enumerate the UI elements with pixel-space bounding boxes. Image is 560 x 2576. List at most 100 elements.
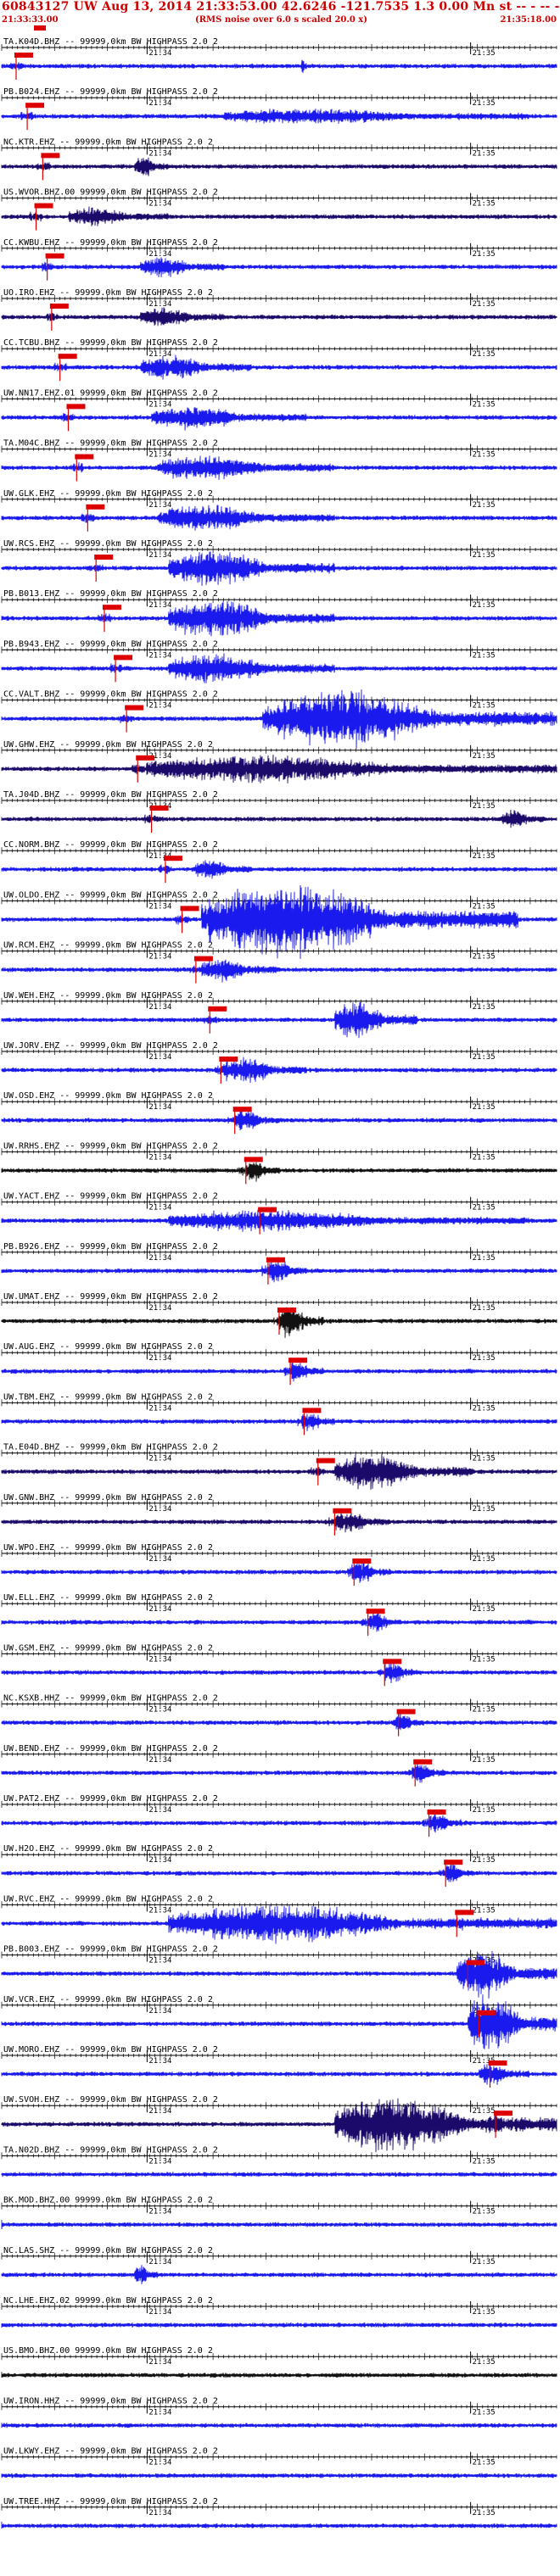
trace-row: UW.MORO.EHZ -- 99999.0km BW HIGHPASS 2.0… xyxy=(1,2045,557,2088)
trace-row: CC.NORM.BHZ -- 99999.0km BW HIGHPASS 2.0… xyxy=(1,840,557,884)
minute-label: 21:35 xyxy=(473,1254,496,1263)
minute-label: 21:35 xyxy=(473,2208,496,2216)
minute-label: 21:35 xyxy=(473,1354,496,1363)
trace-row: BK.MOD.BHZ.00 99999.0km BW HIGHPASS 2.0 … xyxy=(1,2196,557,2229)
minute-label: 21:34 xyxy=(148,2057,171,2066)
trace-row: UW.RVC.EHZ -- 99999.0km BW HIGHPASS 2.0 … xyxy=(1,1894,557,1944)
minute-label: 21:35 xyxy=(473,1706,496,1715)
pick-marker xyxy=(34,203,53,209)
minute-label: 21:34 xyxy=(148,1706,171,1715)
minute-label: 21:34 xyxy=(148,1003,171,1012)
waveform xyxy=(1,407,557,431)
station-label: UW.RVC.EHZ -- 99999.0km BW HIGHPASS 2.0 … xyxy=(3,1894,213,1904)
waveform xyxy=(1,455,557,480)
pick-marker xyxy=(258,1207,277,1213)
station-label: US.BMO.BHZ.00 99999.0km BW HIGHPASS 2.0 … xyxy=(3,2346,213,2356)
station-label: BK.MOD.BHZ.00 99999.0km BW HIGHPASS 2.0 … xyxy=(3,2196,213,2205)
station-label: PB.B943.EHZ -- 99999.0km BW HIGHPASS 2.0… xyxy=(3,639,218,649)
trace-row: TA.J04D.BHZ -- 99999.0km BW HIGHPASS 2.0… xyxy=(1,790,557,833)
station-label: UW.ELL.EHZ -- 99999.0km BW HIGHPASS 2.0 … xyxy=(3,1593,213,1603)
station-label: UW.UMAT.EHZ -- 99999.0km BW HIGHPASS 2.0… xyxy=(3,1292,218,1302)
minute-label: 21:35 xyxy=(473,350,496,359)
waveform xyxy=(1,1413,557,1431)
station-label: UW.LKWY.EHZ -- 99999.0km BW HIGHPASS 2.0… xyxy=(3,2447,218,2456)
trace-row: UO.IRO.EHZ -- 99999.0km BW HIGHPASS 2.0 … xyxy=(1,288,557,331)
waveform xyxy=(1,59,557,73)
trace-row: NC.KTR.EHZ -- 99999.0km BW HIGHPASS 2.0 … xyxy=(1,137,557,181)
pick-marker xyxy=(114,655,133,661)
trace-row: UW.RCM.EHZ -- 99999.0km BW HIGHPASS 2.0 … xyxy=(1,941,557,984)
minute-label: 21:35 xyxy=(473,1906,496,1915)
minute-label: 21:35 xyxy=(473,1304,496,1313)
minute-label: 21:34 xyxy=(148,400,171,409)
pick-marker xyxy=(316,1458,335,1464)
pick-marker xyxy=(488,2060,507,2066)
station-label: TA.J04D.BHZ -- 99999.0km BW HIGHPASS 2.0… xyxy=(3,790,218,800)
station-label: CC.VALT.BHZ -- 99999.0km BW HIGHPASS 2.0… xyxy=(3,690,218,700)
minute-label: 21:35 xyxy=(473,1404,496,1413)
waveform xyxy=(1,2521,557,2529)
station-label: CC.NORM.BHZ -- 99999.0km BW HIGHPASS 2.0… xyxy=(3,840,218,850)
trace-row: PB.B943.EHZ -- 99999.0km BW HIGHPASS 2.0… xyxy=(1,639,557,683)
pick-marker xyxy=(302,1408,322,1413)
pick-marker xyxy=(45,253,64,259)
minute-label: 21:35 xyxy=(473,1655,496,1664)
trace-row: UW.RRHS.EHZ -- 99999.0km BW HIGHPASS 2.0… xyxy=(1,1141,557,1185)
pick-marker xyxy=(125,705,144,711)
minute-label: 21:35 xyxy=(473,1204,496,1213)
trace-row: TA.N02D.BHZ -- 99999.0km BW HIGHPASS 2.0… xyxy=(1,2145,557,2177)
pick-marker xyxy=(25,103,45,109)
station-label: UW.IRON.HHZ -- 99999.0km BW HIGHPASS 2.0… xyxy=(3,2396,218,2406)
minute-label: 21:35 xyxy=(473,2107,496,2116)
waveform xyxy=(1,2064,557,2085)
trace-row: TA.E04D.BHZ -- 99999.0km BW HIGHPASS 2.0… xyxy=(1,1443,557,1490)
station-label: UW.OLDO.EHZ -- 99999.0km BW HIGHPASS 2.0… xyxy=(3,890,218,900)
minute-label: 21:34 xyxy=(148,2509,171,2517)
pick-marker xyxy=(413,1759,433,1765)
pick-marker xyxy=(193,956,213,962)
minute-label: 21:34 xyxy=(148,601,171,610)
station-label: UW.PAT2.EHZ -- 99999.0km BW HIGHPASS 2.0… xyxy=(3,1794,218,1804)
minute-label: 21:34 xyxy=(148,1505,171,1514)
station-label: UW.RRHS.EHZ -- 99999.0km BW HIGHPASS 2.0… xyxy=(3,1141,218,1151)
minute-label: 21:34 xyxy=(148,2208,171,2216)
minute-label: 21:34 xyxy=(148,501,171,510)
station-label: UW.TREE.HHZ -- 99999.0km BW HIGHPASS 2.0… xyxy=(3,2497,218,2506)
waveform xyxy=(1,2098,557,2153)
pick-marker xyxy=(444,1860,463,1865)
minute-label: 21:34 xyxy=(148,149,171,158)
trace-row: UW.OSD.EHZ -- 99999.0km BW HIGHPASS 2.0 … xyxy=(1,1091,557,1135)
trace-row: PB.B024.EHZ -- 99999.0km BW HIGHPASS 2.0… xyxy=(1,87,557,131)
station-label: NC.LAS.SHZ -- 99999.0km BW HIGHPASS 2.0 … xyxy=(3,2246,213,2255)
station-label: UW.SVOH.EHZ -- 99999.0km BW HIGHPASS 2.0… xyxy=(3,2095,218,2105)
pick-marker xyxy=(494,2110,513,2116)
station-label: PB.B013.EHZ -- 99999.0km BW HIGHPASS 2.0… xyxy=(3,589,218,599)
trace-row: US.BMO.BHZ.00 99999.0km BW HIGHPASS 2.0 … xyxy=(1,2346,557,2378)
station-label: CC.KWBU.EHZ -- 99999.0km BW HIGHPASS 2.0… xyxy=(3,238,218,248)
pick-marker xyxy=(41,153,60,159)
trace-row: UW.IRON.HHZ -- 99999.0km BW HIGHPASS 2.0… xyxy=(1,2396,557,2428)
trace-row: UW.SVOH.EHZ -- 99999.0km BW HIGHPASS 2.0… xyxy=(1,2095,557,2153)
waveform xyxy=(1,1712,557,1731)
pick-marker xyxy=(277,1308,296,1313)
minute-label: 21:34 xyxy=(148,200,171,209)
pick-marker xyxy=(136,755,155,761)
minute-label: 21:34 xyxy=(148,300,171,309)
trace-row: UW.GLK.EHZ -- 99999.0km BW HIGHPASS 2.0 … xyxy=(1,489,557,532)
station-label: NC.KTR.EHZ -- 99999.0km BW HIGHPASS 2.0 … xyxy=(3,137,213,147)
minute-label: 21:35 xyxy=(473,1053,496,1062)
minute-label: 21:35 xyxy=(473,400,496,409)
station-label: UW.YACT.EHZ -- 99999.0km BW HIGHPASS 2.0… xyxy=(3,1192,218,1202)
trace-row: UW.ELL.EHZ -- 99999.0km BW HIGHPASS 2.0 … xyxy=(1,1593,557,1636)
pick-marker xyxy=(66,404,86,410)
minute-label: 21:35 xyxy=(473,1505,496,1514)
trace-row: UW.BEND.EHZ -- 99999.0km BW HIGHPASS 2.0… xyxy=(1,1744,557,1787)
station-label: UW.NN17.EHZ.01 99999.0km BW HIGHPASS 2.0… xyxy=(3,388,218,398)
waveform xyxy=(1,959,557,983)
station-label: NC.KSXB.HHZ -- 99999.0km BW HIGHPASS 2.0… xyxy=(3,1694,218,1703)
station-label: UW.RCM.EHZ -- 99999.0km BW HIGHPASS 2.0 … xyxy=(3,941,213,951)
minute-label: 21:34 xyxy=(148,250,171,259)
minute-label: 21:34 xyxy=(148,551,171,560)
minute-label: 21:35 xyxy=(473,99,496,108)
trace-row: CC.KWBU.EHZ -- 99999.0km BW HIGHPASS 2.0… xyxy=(1,238,557,281)
